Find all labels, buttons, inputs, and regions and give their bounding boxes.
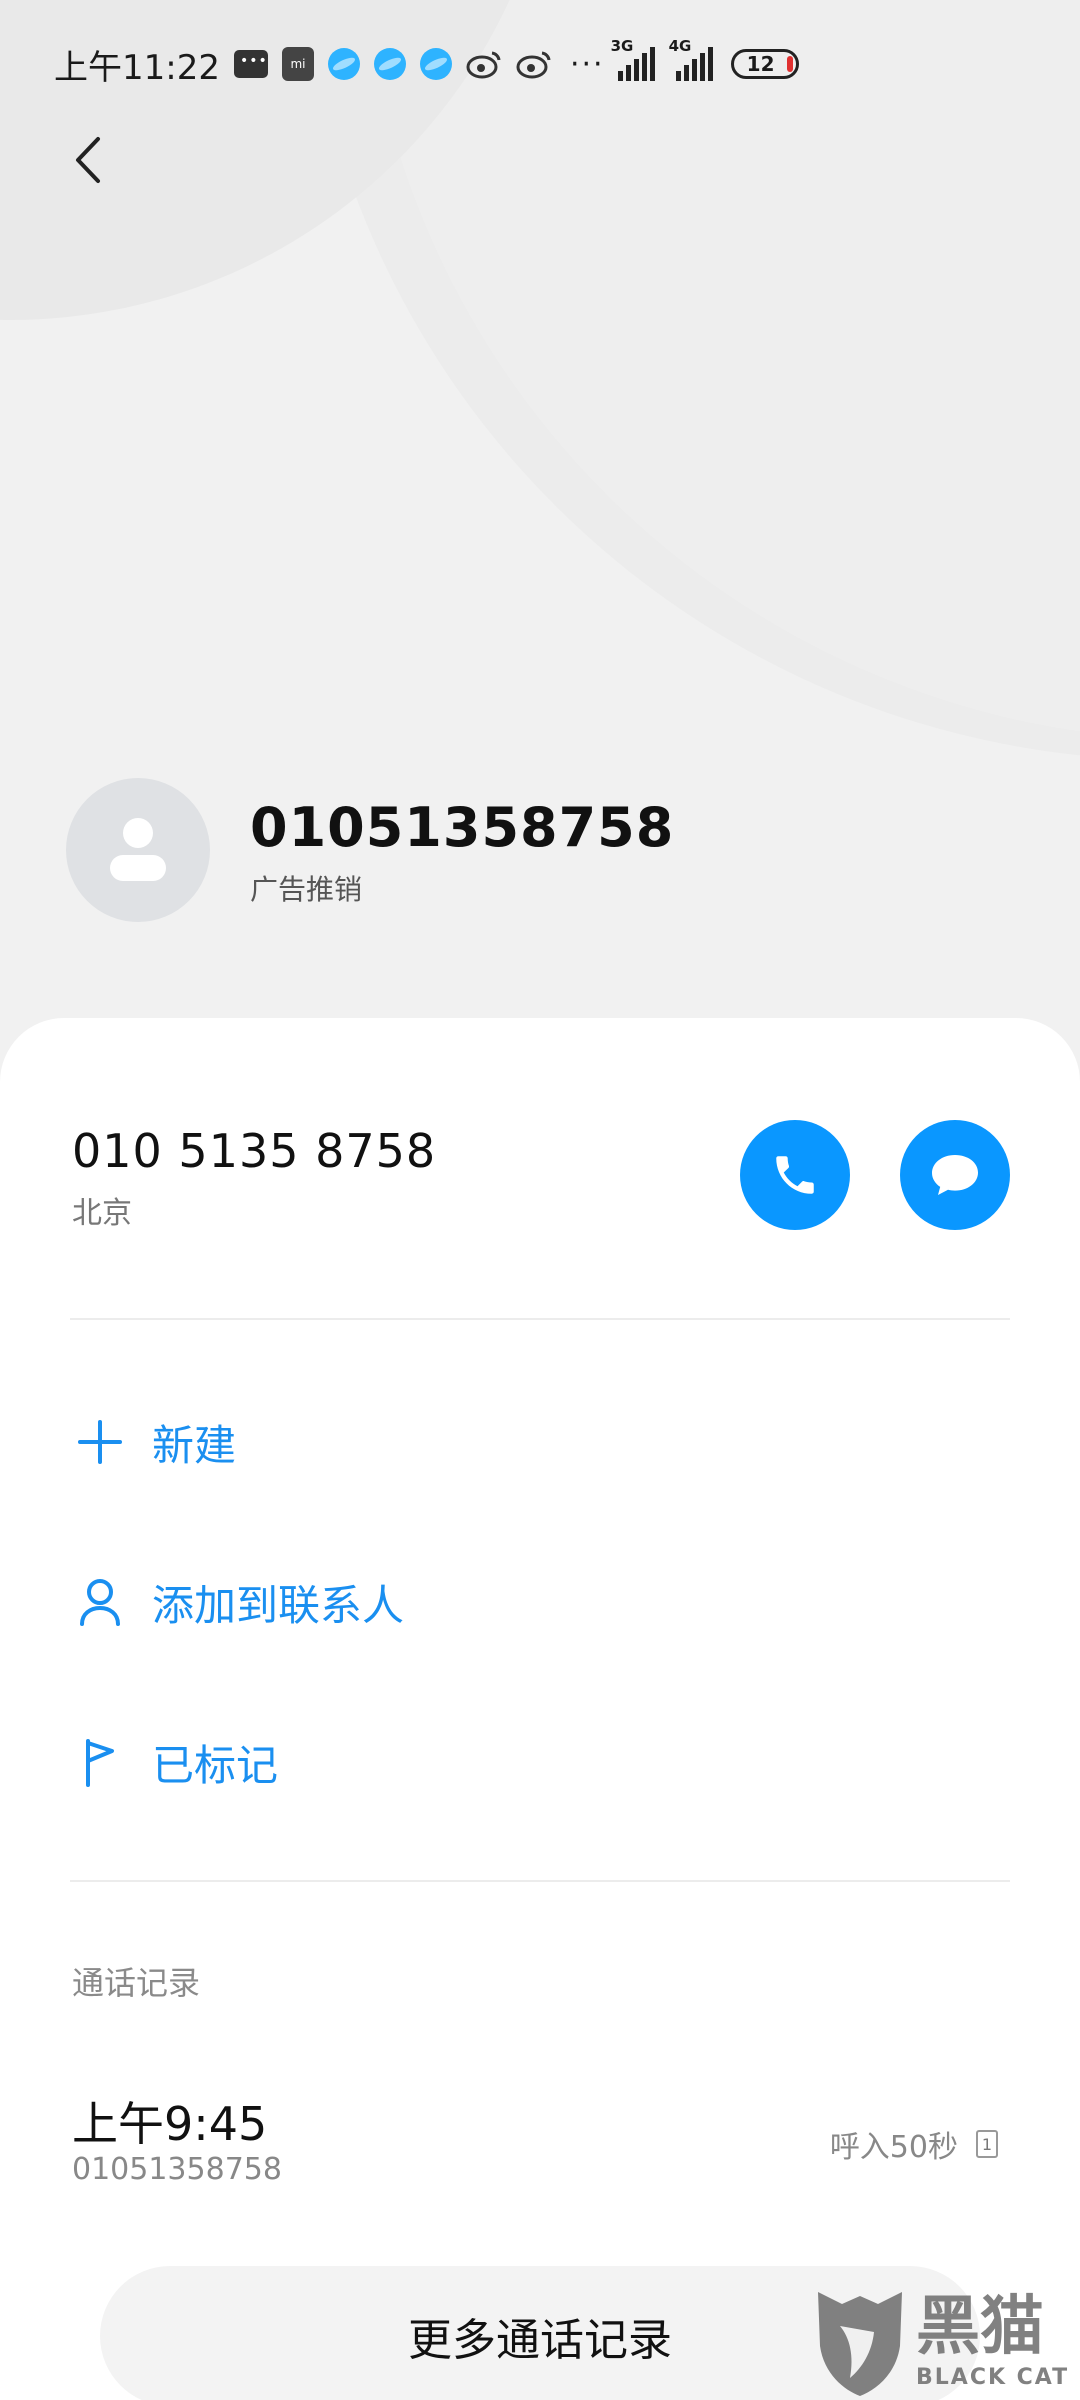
person-icon [70,1572,130,1632]
phone-number[interactable]: 010 5135 8758 [72,1124,436,1178]
divider [70,1880,1010,1882]
battery-level: 12 [746,52,775,76]
divider [70,1318,1010,1320]
sim-card-icon: 1 [976,2130,998,2158]
new-contact-button[interactable]: 新建 [70,1392,1010,1492]
app-notification-icon [419,44,452,84]
signal-3g-icon: 3G [611,37,655,81]
marked-button[interactable]: 已标记 [70,1712,1010,1812]
message-bubble-icon [932,1155,978,1195]
message-notification-icon [233,44,268,84]
watermark-cn: 黑猫 [916,2289,1044,2364]
action-label: 已标记 [152,1740,279,1790]
network-type-label: 3G [610,37,634,55]
mi-store-notification-icon: mi [281,44,314,84]
phone-location: 北京 [72,1196,132,1231]
plus-icon [70,1412,130,1472]
contact-name: 01051358758 [250,796,675,859]
chevron-left-icon [76,137,100,183]
add-to-contacts-button[interactable]: 添加到联系人 [70,1552,1010,1652]
more-notifications-icon: ··· [569,46,605,82]
network-type-label: 4G [668,37,692,55]
weibo-notification-icon [466,44,502,84]
back-button[interactable] [62,130,112,190]
status-time: 上午11:22 [54,47,220,88]
black-cat-watermark: 黑猫 BLACK CAT [810,2284,1080,2400]
message-button[interactable] [900,1120,1010,1230]
call-button[interactable] [740,1120,850,1230]
action-label: 添加到联系人 [152,1580,405,1630]
signal-4g-icon: 4G [669,37,713,81]
action-label: 新建 [152,1420,237,1470]
status-bar: 上午11:22 mi ··· 3G 4G 12 [0,0,1080,128]
contact-tag: 广告推销 [250,873,363,906]
flag-icon [70,1732,130,1792]
call-log-number: 01051358758 [72,2152,282,2187]
contact-detail-screen: 上午11:22 mi ··· 3G 4G 12 0105135875 [0,0,1080,2400]
phone-icon [776,1156,814,1194]
person-placeholder-icon [110,818,166,881]
cat-shield-icon [818,2292,902,2396]
watermark-en: BLACK CAT [916,2364,1070,2390]
app-notification-icon [327,44,360,84]
battery-icon: 12 [730,49,799,79]
avatar [66,778,210,922]
call-log-title: 通话记录 [72,1964,201,2002]
call-log-status: 呼入50秒 1 [830,2122,998,2166]
app-notification-icon [373,44,406,84]
details-card [0,1018,1080,2400]
weibo-notification-icon [516,44,552,84]
call-duration: 呼入50秒 [829,2130,958,2165]
call-log-time: 上午9:45 [72,2097,268,2151]
